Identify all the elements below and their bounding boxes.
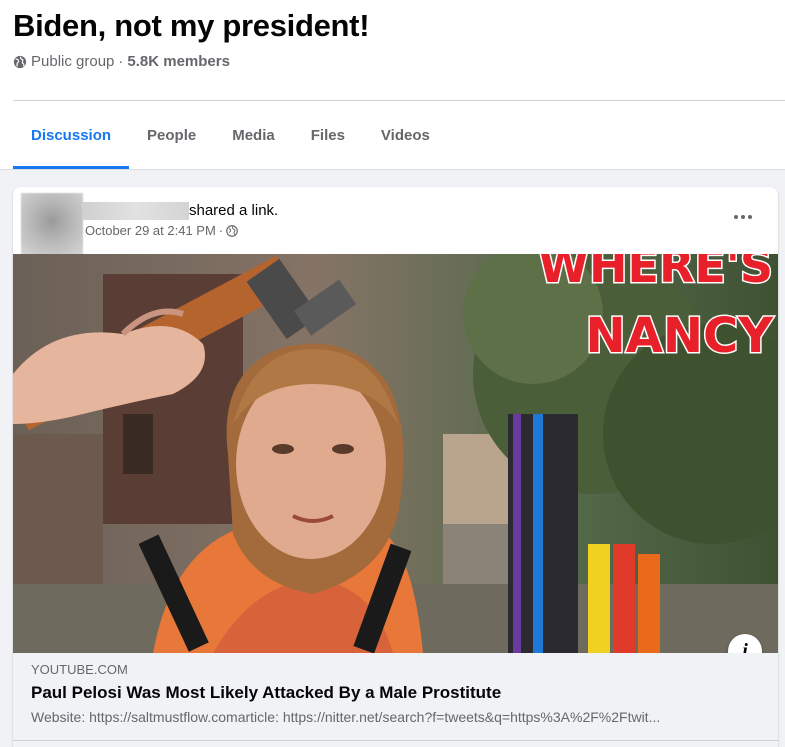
tab-media[interactable]: Media — [214, 101, 293, 169]
link-description: Website: https://saltmustflow.comarticle… — [31, 709, 661, 725]
more-options-icon — [734, 215, 738, 219]
link-domain: YOUTUBE.COM — [31, 662, 128, 677]
link-title[interactable]: Paul Pelosi Was Most Likely Attacked By … — [31, 683, 501, 703]
author-name-redacted[interactable] — [83, 202, 189, 220]
tab-files[interactable]: Files — [293, 101, 363, 169]
overlay-text-line1: WHERE'S — [538, 254, 773, 293]
tab-videos[interactable]: Videos — [363, 101, 448, 169]
card-bottom-divider — [13, 740, 778, 741]
globe-icon — [226, 224, 238, 237]
post-timestamp-row: October 29 at 2:41 PM · — [85, 223, 238, 238]
group-privacy[interactable]: Public group — [31, 53, 114, 70]
timestamp-separator: · — [218, 223, 224, 238]
more-options-button[interactable] — [728, 205, 758, 229]
overlay-text-line2: NANCY — [586, 308, 775, 364]
more-dot — [748, 215, 752, 219]
link-preview[interactable]: YOUTUBE.COM Paul Pelosi Was Most Likely … — [13, 653, 778, 747]
group-tabs: Discussion People Media Files Videos — [13, 101, 448, 169]
post-card: shared a link. October 29 at 2:41 PM · W… — [13, 187, 778, 747]
avatar[interactable] — [21, 193, 83, 255]
more-dot — [741, 215, 745, 219]
preview-thumbnail-illustration: WHERE'S NANCY — [13, 254, 778, 653]
meta-separator: · — [118, 53, 124, 70]
post-timestamp[interactable]: October 29 at 2:41 PM — [85, 223, 216, 238]
tab-discussion[interactable]: Discussion — [13, 101, 130, 169]
group-meta: Public group · 5.8K members — [13, 53, 230, 70]
tab-people[interactable]: People — [129, 101, 214, 169]
group-members[interactable]: 5.8K members — [127, 53, 230, 70]
group-header: Biden, not my president! Public group · … — [0, 0, 785, 170]
post-action: shared a link. — [189, 202, 279, 219]
group-title[interactable]: Biden, not my president! — [13, 8, 370, 44]
link-preview-image[interactable]: WHERE'S NANCY i — [13, 254, 778, 653]
globe-icon — [13, 55, 27, 68]
